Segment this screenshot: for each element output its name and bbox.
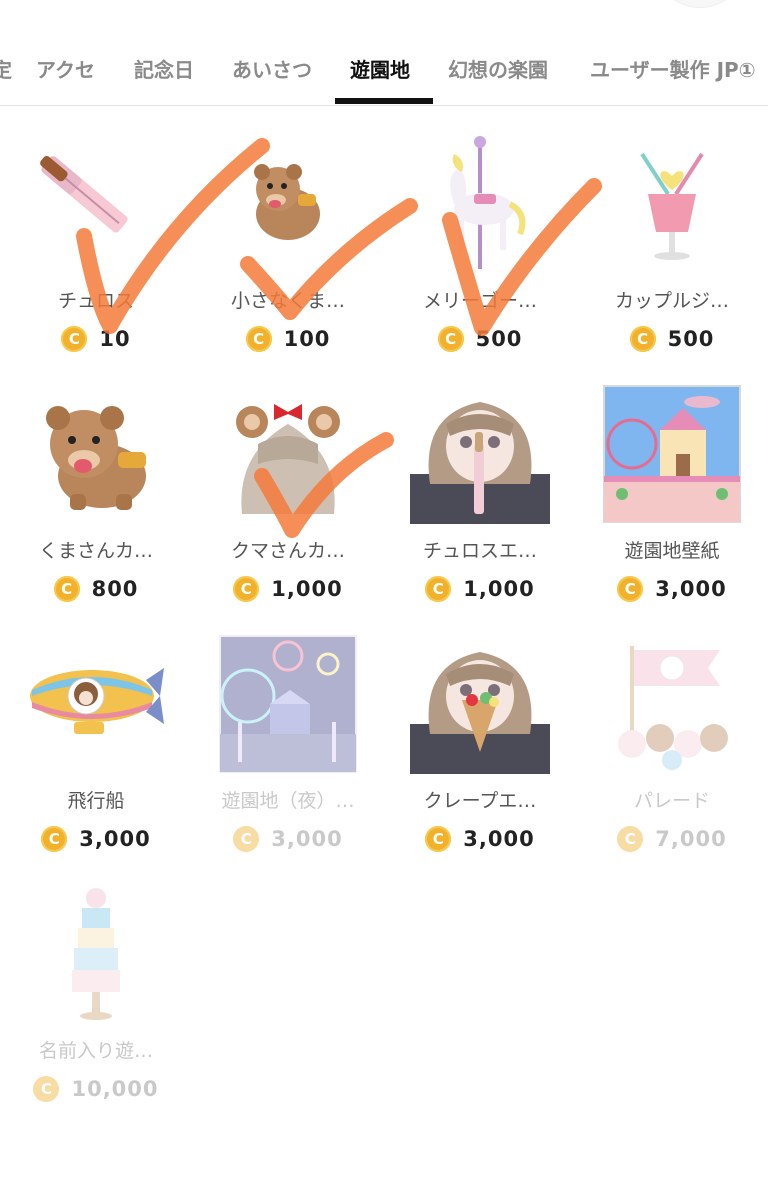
- coin-icon: C: [233, 826, 260, 852]
- item-price: C 7,000: [576, 826, 768, 852]
- price-value: 100: [283, 327, 331, 351]
- night-park-icon: [219, 635, 357, 773]
- item-card[interactable]: クマさんカ… C 1,000: [192, 356, 384, 606]
- price-value: 500: [667, 327, 715, 351]
- price-value: 1,000: [463, 577, 535, 601]
- item-price: C 800: [0, 576, 192, 602]
- coin-icon: C: [41, 826, 68, 852]
- coin-icon: C: [233, 576, 260, 602]
- price-value: 500: [475, 327, 523, 351]
- item-card[interactable]: 遊園地壁紙 C 3,000: [576, 356, 768, 606]
- item-price: C 3,000: [576, 576, 768, 602]
- churro-icon: [40, 156, 128, 233]
- item-card[interactable]: 小さなくま… C 100: [192, 106, 384, 356]
- item-card[interactable]: 遊園地（夜）… C 3,000: [192, 606, 384, 856]
- coin-icon: C: [629, 326, 656, 352]
- coin-icon: C: [425, 826, 452, 852]
- active-tab-indicator: [335, 98, 433, 104]
- couple-juice-icon: [640, 152, 704, 260]
- bear-headband-icon: [236, 404, 340, 514]
- item-card[interactable]: 名前入り遊… C 10,000: [0, 856, 192, 1106]
- item-price: C 3,000: [192, 826, 384, 852]
- price-value: 3,000: [271, 827, 343, 851]
- crepe-girl-icon: [410, 652, 550, 774]
- parade-icon: [618, 646, 728, 770]
- coin-icon: C: [33, 1076, 60, 1102]
- tab-amusement-park[interactable]: 遊園地: [350, 54, 410, 88]
- small-bear-icon: [254, 164, 320, 240]
- item-card[interactable]: パレード C 7,000: [576, 606, 768, 856]
- item-card[interactable]: 飛行船 C 3,000: [0, 606, 192, 856]
- item-name: 遊園地（夜）…: [221, 790, 355, 812]
- item-name: 名前入り遊…: [38, 1040, 153, 1062]
- coin-icon: C: [617, 826, 644, 852]
- item-name: クマさんカ…: [230, 540, 345, 562]
- item-price: C 1,000: [192, 576, 384, 602]
- price-value: 10,000: [71, 1077, 159, 1101]
- item-price: C 1,000: [384, 576, 576, 602]
- carousel-horse-icon: [450, 136, 526, 269]
- price-value: 3,000: [655, 577, 727, 601]
- tab-anniversary[interactable]: 記念日: [134, 54, 194, 88]
- item-price: C 10,000: [0, 1076, 192, 1102]
- tab-fantasy-paradise[interactable]: 幻想の楽園: [448, 54, 548, 88]
- item-name: パレード: [633, 790, 710, 812]
- item-card[interactable]: チュロスエ… C 1,000: [384, 356, 576, 606]
- category-tabbar: 定 アクセ 記念日 あいさつ 遊園地 幻想の楽園 ユーザー製作 JP①: [0, 40, 768, 106]
- item-name: クレープエ…: [423, 790, 537, 812]
- price-value: 7,000: [655, 827, 727, 851]
- item-name: チュロスエ…: [422, 540, 537, 562]
- tab-greetings[interactable]: あいさつ: [232, 54, 312, 88]
- tab-accessories[interactable]: アクセ: [36, 54, 95, 88]
- price-value: 10: [99, 327, 131, 351]
- item-name: 小さなくま…: [230, 290, 345, 312]
- churro-girl-icon: [410, 402, 550, 524]
- price-value: 3,000: [463, 827, 535, 851]
- item-grid: チュロス C 10 小さなくま… C 100 メリーゴー… C 500 カップル…: [0, 106, 768, 1200]
- item-card[interactable]: メリーゴー… C 500: [384, 106, 576, 356]
- item-name: カップルジ…: [614, 290, 729, 312]
- item-name: くまさんカ…: [38, 540, 153, 562]
- item-name: 遊園地壁紙: [624, 540, 720, 562]
- bear-icon: [46, 406, 146, 510]
- item-price: C 500: [576, 326, 768, 352]
- item-price: C 500: [384, 326, 576, 352]
- coin-icon: C: [61, 326, 88, 352]
- item-card[interactable]: チュロス C 10: [0, 106, 192, 356]
- coin-icon: C: [617, 576, 644, 602]
- item-card[interactable]: クレープエ… C 3,000: [384, 606, 576, 856]
- coin-icon: C: [437, 326, 464, 352]
- tab-partial[interactable]: 定: [0, 54, 12, 88]
- coin-icon: C: [245, 326, 272, 352]
- coin-icon: C: [425, 576, 452, 602]
- airship-icon: [30, 668, 164, 734]
- named-tower-icon: [72, 888, 120, 1020]
- price-value: 3,000: [79, 827, 151, 851]
- item-price: C 3,000: [0, 826, 192, 852]
- item-price: C 10: [0, 326, 192, 352]
- item-name: 飛行船: [67, 790, 125, 812]
- item-name: メリーゴー…: [422, 290, 537, 312]
- coin-icon: C: [53, 576, 80, 602]
- price-value: 800: [91, 577, 139, 601]
- item-card[interactable]: カップルジ… C 500: [576, 106, 768, 356]
- price-value: 1,000: [271, 577, 343, 601]
- park-wallpaper-icon: [603, 385, 741, 523]
- item-price: C 3,000: [384, 826, 576, 852]
- item-name: チュロス: [57, 290, 134, 312]
- floating-button[interactable]: [660, 0, 740, 8]
- item-price: C 100: [192, 326, 384, 352]
- tab-user-made-jp[interactable]: ユーザー製作 JP①: [590, 54, 756, 88]
- item-card[interactable]: くまさんカ… C 800: [0, 356, 192, 606]
